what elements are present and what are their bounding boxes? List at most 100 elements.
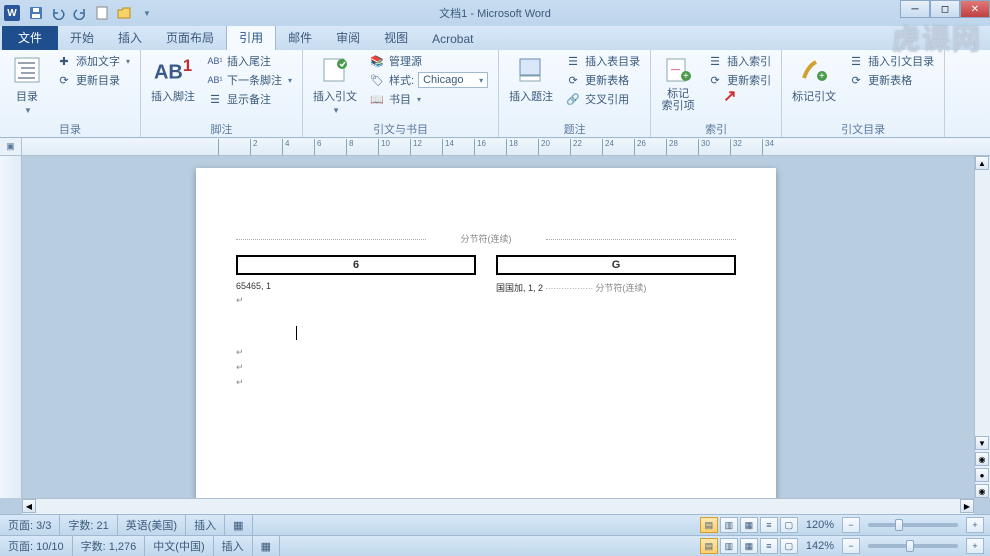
next-page-button[interactable]: ◉ <box>975 484 989 498</box>
view2-web-layout[interactable]: ▦ <box>740 538 758 554</box>
close-button[interactable]: ✕ <box>960 0 990 18</box>
update-toa-icon: ⟳ <box>848 72 864 88</box>
svg-text:—: — <box>671 64 680 74</box>
group-index-label: 索引 <box>657 121 775 137</box>
scroll-right-button[interactable]: ▶ <box>960 499 974 513</box>
update-index-button[interactable]: ⟳更新索引 <box>703 71 775 89</box>
add-text-button[interactable]: ✚添加文字▾ <box>52 52 134 70</box>
figures-icon: ☰ <box>565 53 581 69</box>
view2-print-layout[interactable]: ▤ <box>700 538 718 554</box>
view2-outline[interactable]: ≡ <box>760 538 778 554</box>
insert-toa-icon: ☰ <box>848 53 864 69</box>
vertical-ruler[interactable] <box>0 156 22 498</box>
document-page[interactable]: 分节符(连续) 6 65465, 1 ↵ ↵ ↵ ↵ G 国国加, 1, 2 ·… <box>196 168 776 508</box>
status-mode[interactable]: 插入 <box>186 515 225 535</box>
qat-new-icon[interactable] <box>92 3 112 23</box>
status2-macro-icon[interactable]: ▦ <box>253 536 280 556</box>
tab-acrobat[interactable]: Acrobat <box>420 28 485 50</box>
text-cursor <box>296 326 297 340</box>
update-index-icon: ⟳ <box>707 72 723 88</box>
tab-view[interactable]: 视图 <box>372 25 420 50</box>
scroll-down-button[interactable]: ▼ <box>975 436 989 450</box>
zoom-out-button[interactable]: − <box>842 517 860 533</box>
group-footnotes-label: 脚注 <box>147 121 296 137</box>
citation-style-combo[interactable]: Chicago▾ <box>418 72 488 88</box>
update-table-button[interactable]: ⟳更新表格 <box>561 71 644 89</box>
browse-object-button[interactable]: ● <box>975 468 989 482</box>
status2-lang[interactable]: 中文(中国) <box>145 536 213 556</box>
tab-insert[interactable]: 插入 <box>106 25 154 50</box>
next-footnote-button[interactable]: AB¹下一条脚注▾ <box>203 71 296 89</box>
horizontal-scrollbar[interactable]: ◀ ▶ <box>22 498 974 514</box>
view2-draft[interactable]: ▢ <box>780 538 798 554</box>
index-columns: 6 65465, 1 ↵ ↵ ↵ ↵ G 国国加, 1, 2 ·········… <box>236 255 736 388</box>
minimize-button[interactable]: ─ <box>900 0 930 18</box>
para-mark: ↵ <box>236 347 476 358</box>
horizontal-ruler-row: ▣ 246810121416182022242628303234 <box>0 138 990 156</box>
status2-page[interactable]: 页面: 10/10 <box>0 536 73 556</box>
redo-button[interactable] <box>70 3 90 23</box>
status2-mode[interactable]: 插入 <box>214 536 253 556</box>
view-print-layout[interactable]: ▤ <box>700 517 718 533</box>
zoom2-out-button[interactable]: − <box>842 538 860 554</box>
tab-review[interactable]: 审阅 <box>324 25 372 50</box>
mark-index-entry-button[interactable]: —+ 标记 索引项 <box>657 52 699 114</box>
para-mark: ↵ <box>236 362 476 373</box>
update-toc-button[interactable]: ⟳更新目录 <box>52 71 134 89</box>
ribbon-tabs: 文件 开始 插入 页面布局 引用 邮件 审阅 视图 Acrobat <box>0 26 990 50</box>
insert-footnote-button[interactable]: AB1 插入脚注 <box>147 52 199 106</box>
status-macro-icon[interactable]: ▦ <box>225 515 252 535</box>
tab-layout[interactable]: 页面布局 <box>154 25 226 50</box>
insert-index-button[interactable]: ☰插入索引 <box>703 52 775 70</box>
mark-citation-button[interactable]: + 标记引文 <box>788 52 840 106</box>
view-draft[interactable]: ▢ <box>780 517 798 533</box>
cross-reference-button[interactable]: 🔗交叉引用 <box>561 90 644 108</box>
add-text-icon: ✚ <box>56 53 72 69</box>
status-lang[interactable]: 英语(美国) <box>118 515 186 535</box>
zoom-slider[interactable] <box>868 523 958 527</box>
zoom2-in-button[interactable]: + <box>966 538 984 554</box>
zoom-level[interactable]: 120% <box>806 519 834 531</box>
tab-home[interactable]: 开始 <box>58 25 106 50</box>
manage-sources-button[interactable]: 📚管理源 <box>365 52 492 70</box>
window-title: 文档1 - Microsoft Word <box>439 5 551 21</box>
style-icon: 🏷 <box>369 72 385 88</box>
insert-citation-button[interactable]: 插入引文▼ <box>309 52 361 117</box>
bibliography-button[interactable]: 📖书目▾ <box>365 90 492 108</box>
view-web-layout[interactable]: ▦ <box>740 517 758 533</box>
maximize-button[interactable]: ◻ <box>930 0 960 18</box>
scroll-left-button[interactable]: ◀ <box>22 499 36 513</box>
zoom-in-button[interactable]: + <box>966 517 984 533</box>
view-full-reading[interactable]: ▥ <box>720 517 738 533</box>
endnote-icon: AB¹ <box>207 53 223 69</box>
tab-references[interactable]: 引用 <box>226 24 276 50</box>
view-outline[interactable]: ≡ <box>760 517 778 533</box>
status2-words[interactable]: 字数: 1,276 <box>73 536 146 556</box>
group-citations: 插入引文▼ 📚管理源 🏷样式: Chicago▾ 📖书目▾ 引文与书目 <box>303 50 499 137</box>
insert-endnote-button[interactable]: AB¹插入尾注 <box>203 52 296 70</box>
tab-file[interactable]: 文件 <box>2 25 58 50</box>
citation-icon <box>319 54 351 86</box>
save-button[interactable] <box>26 3 46 23</box>
status-page[interactable]: 页面: 3/3 <box>0 515 60 535</box>
show-notes-button[interactable]: ☰显示备注 <box>203 90 296 108</box>
zoom2-slider[interactable] <box>868 544 958 548</box>
vertical-scrollbar[interactable]: ▲ ▼ ◉ ● ◉ <box>974 156 990 498</box>
insert-figures-button[interactable]: ☰插入表目录 <box>561 52 644 70</box>
scroll-up-button[interactable]: ▲ <box>975 156 989 170</box>
insert-toa-button[interactable]: ☰插入引文目录 <box>844 52 938 70</box>
status-bar-inner: 页面: 3/3 字数: 21 英语(美国) 插入 ▦ ▤ ▥ ▦ ≡ ▢ 120… <box>0 514 990 535</box>
horizontal-ruler[interactable]: 246810121416182022242628303234 <box>22 139 990 155</box>
undo-button[interactable] <box>48 3 68 23</box>
tab-mailings[interactable]: 邮件 <box>276 25 324 50</box>
toc-button[interactable]: 目录▼ <box>6 52 48 117</box>
qat-open-icon[interactable] <box>114 3 134 23</box>
ruler-corner[interactable]: ▣ <box>0 138 22 156</box>
qat-customize-icon[interactable]: ▼ <box>136 3 156 23</box>
status-words[interactable]: 字数: 21 <box>60 515 117 535</box>
insert-caption-button[interactable]: 插入题注 <box>505 52 557 106</box>
zoom2-level[interactable]: 142% <box>806 540 834 552</box>
prev-page-button[interactable]: ◉ <box>975 452 989 466</box>
view2-full-reading[interactable]: ▥ <box>720 538 738 554</box>
update-toa-button[interactable]: ⟳更新表格 <box>844 71 938 89</box>
